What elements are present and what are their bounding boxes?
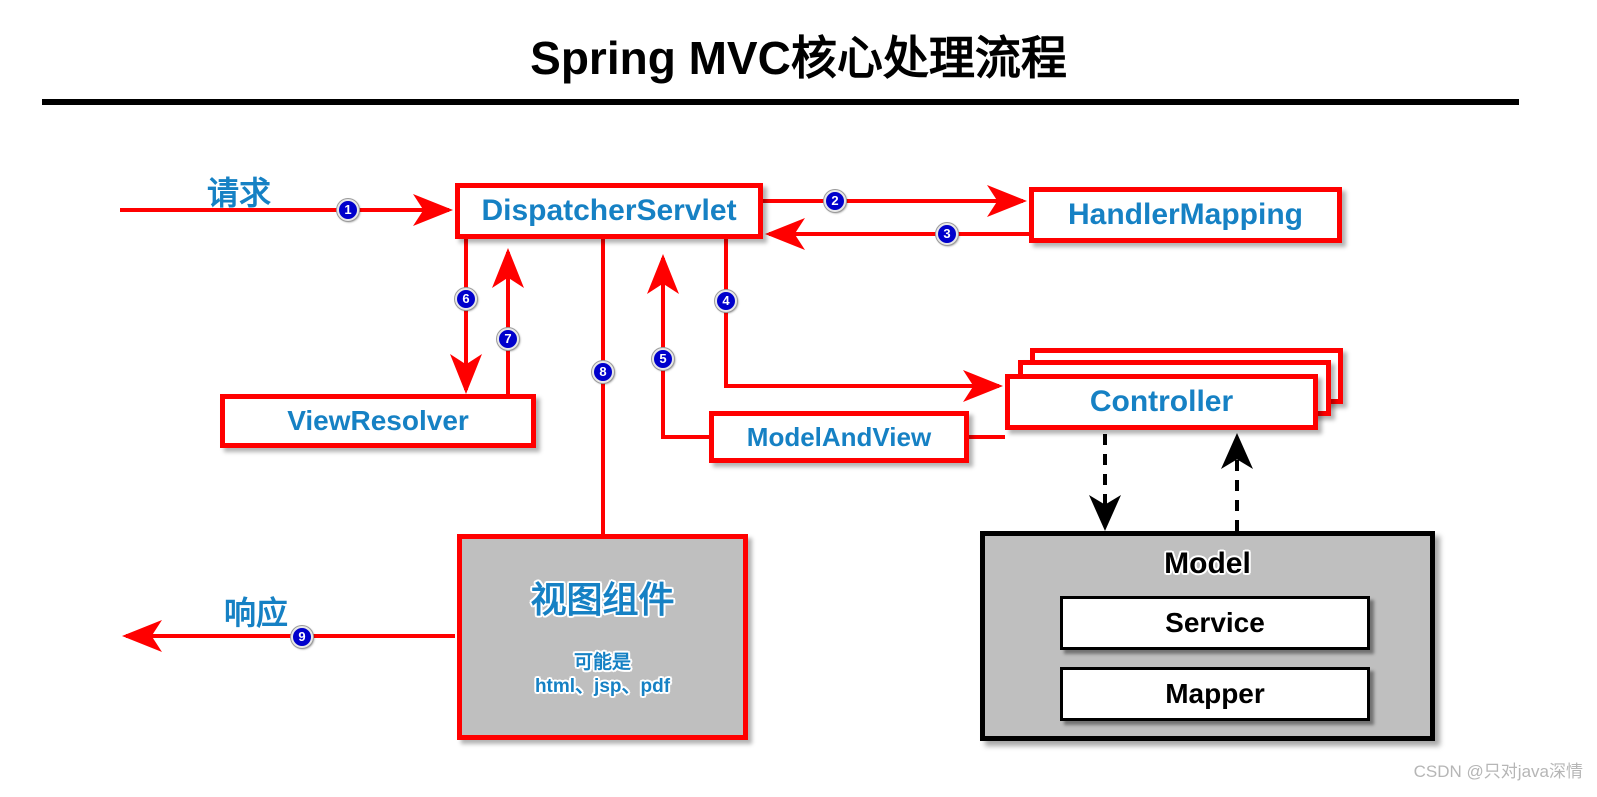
arrow-step-5: [647, 254, 709, 439]
step-badge-8: 8: [592, 361, 614, 383]
diagram-canvas: Spring MVC核心处理流程 DispatcherServlet Handl…: [0, 0, 1597, 797]
label-response: 响应: [224, 595, 289, 631]
step-badge-6: 6: [455, 288, 477, 310]
node-controller[interactable]: Controller: [1005, 374, 1318, 430]
step-badge-1: 1: [337, 199, 359, 221]
watermark: CSDN @只对java深情: [1413, 762, 1583, 781]
view-component-subtitle: 可能是 html、jsp、pdf: [462, 651, 743, 699]
view-component-title: 视图组件: [530, 579, 675, 620]
node-view-resolver-label: ViewResolver: [287, 405, 469, 436]
node-service[interactable]: Service: [1060, 596, 1370, 650]
node-service-label: Service: [1165, 607, 1265, 638]
step-badge-3: 3: [936, 223, 958, 245]
node-model-and-view[interactable]: ModelAndView: [709, 411, 969, 463]
arrow-step-4: [724, 239, 1003, 402]
node-view-component[interactable]: 视图组件 可能是 html、jsp、pdf: [457, 534, 748, 740]
view-component-subtitle-line2: html、jsp、pdf: [534, 675, 671, 697]
view-component-subtitle-line1: 可能是: [573, 652, 631, 673]
node-handler-mapping[interactable]: HandlerMapping: [1029, 187, 1342, 243]
node-model[interactable]: Model Service Mapper: [980, 531, 1435, 741]
step-badge-5: 5: [652, 348, 674, 370]
step-badge-2: 2: [824, 190, 846, 212]
node-mapper-label: Mapper: [1165, 678, 1265, 709]
node-mapper[interactable]: Mapper: [1060, 667, 1370, 721]
step-badge-7: 7: [497, 328, 519, 350]
node-dispatcher-servlet[interactable]: DispatcherServlet: [455, 183, 763, 239]
node-model-and-view-label: ModelAndView: [746, 421, 932, 452]
step-badge-9: 9: [291, 626, 313, 648]
step-badge-4: 4: [715, 290, 737, 312]
label-request: 请求: [207, 175, 272, 211]
node-dispatcher-servlet-label: DispatcherServlet: [481, 194, 737, 227]
node-handler-mapping-label: HandlerMapping: [1067, 198, 1303, 231]
node-view-resolver[interactable]: ViewResolver: [220, 394, 536, 448]
model-title: Model: [1164, 547, 1251, 580]
node-controller-label: Controller: [1089, 385, 1234, 418]
